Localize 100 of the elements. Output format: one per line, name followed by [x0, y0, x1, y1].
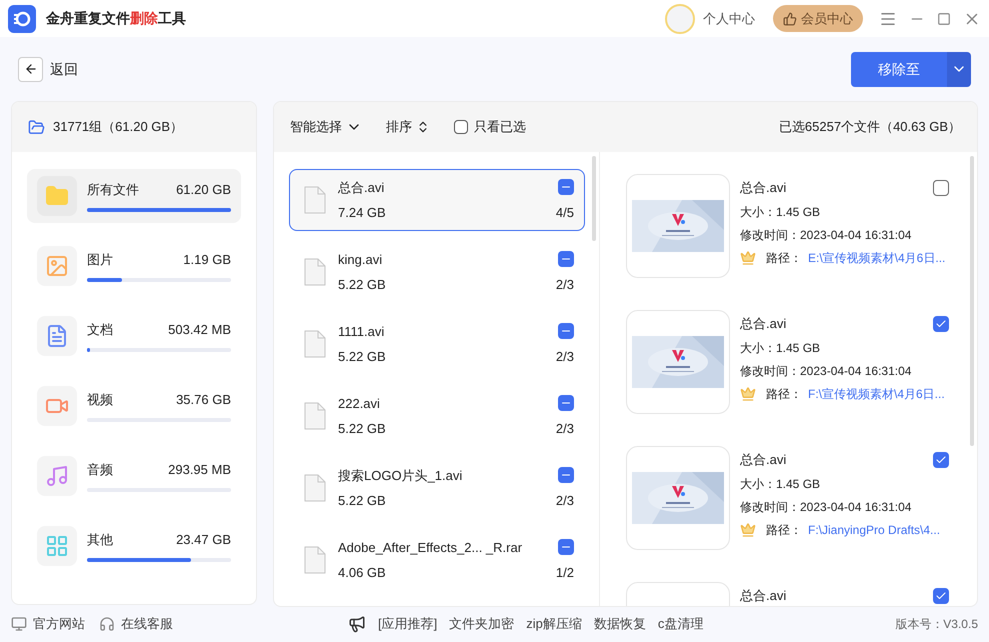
- thumbs-up-icon: [783, 12, 797, 26]
- file-path-link[interactable]: E:\宣传视频素材\4月6日...: [808, 248, 946, 266]
- file-size: 大小：1.45 GB: [740, 476, 822, 492]
- app-link[interactable]: c盘清理: [658, 614, 704, 634]
- file-size: 大小：1.45 GB: [740, 204, 822, 220]
- crown-icon: [740, 250, 756, 266]
- category-size: 503.42 MB: [168, 321, 231, 340]
- group-checkbox-icon[interactable]: [558, 395, 574, 412]
- only-selected-checkbox[interactable]: [454, 120, 468, 134]
- file-path-link[interactable]: F:\JianyingPro Drafts\4...: [808, 520, 940, 538]
- group-checkbox-icon[interactable]: [558, 251, 574, 268]
- maximize-icon[interactable]: [937, 12, 951, 26]
- category-item[interactable]: 视频 35.76 GB: [27, 379, 241, 433]
- file-modified-time: 修改时间：2023-04-04 16:31:04: [740, 362, 912, 380]
- file-path-link[interactable]: F:\宣传视频素材\4月6日...: [808, 384, 945, 402]
- website-link[interactable]: 官方网站: [33, 614, 85, 634]
- file-icon: [304, 186, 326, 214]
- file-icon: [304, 546, 326, 574]
- group-checkbox-icon[interactable]: [558, 467, 574, 484]
- only-selected-label: 只看已选: [474, 118, 526, 136]
- back-label[interactable]: 返回: [50, 58, 78, 80]
- group-name: Adobe_After_Effects_2... _R.rar: [338, 538, 522, 557]
- sort-button[interactable]: 排序: [386, 117, 430, 137]
- file-modified-time: 修改时间：2023-04-04 16:31:04: [740, 498, 912, 516]
- folder-icon: [28, 118, 45, 136]
- file-checkbox[interactable]: [933, 316, 949, 332]
- group-count: 4/5: [556, 204, 574, 222]
- category-label: 音频: [87, 461, 113, 480]
- scrollbar-thumb[interactable]: [970, 156, 974, 446]
- remove-button[interactable]: 移除至: [851, 52, 947, 86]
- group-size: 4.06 GB: [338, 564, 386, 582]
- monitor-icon: [11, 616, 27, 632]
- path-label: 路径：: [766, 522, 802, 538]
- crown-icon: [740, 522, 756, 538]
- version-label: 版本号：V3.0.5: [895, 616, 978, 633]
- scrollbar-thumb[interactable]: [592, 156, 596, 241]
- group-checkbox-icon[interactable]: [558, 539, 574, 556]
- group-name: 1111.avi: [338, 322, 384, 340]
- app-link[interactable]: zip解压缩: [526, 614, 582, 634]
- recommend-label: [应用推荐]: [378, 615, 438, 634]
- app-link[interactable]: 文件夹加密: [449, 614, 514, 634]
- file-size: 大小：1.45 GB: [740, 340, 822, 356]
- group-item[interactable]: 1111.avi 5.22 GB 2/3: [289, 313, 585, 375]
- category-item[interactable]: 音频 293.95 MB: [27, 449, 241, 503]
- group-checkbox-icon[interactable]: [558, 323, 574, 340]
- group-item[interactable]: 搜索LOGO片头_1.avi 5.22 GB 2/3: [289, 457, 585, 519]
- path-label: 路径：: [766, 250, 802, 266]
- file-icon: [304, 402, 326, 430]
- category-label: 视频: [87, 391, 113, 410]
- image-icon: [45, 254, 69, 278]
- category-item[interactable]: 文档 503.42 MB: [27, 309, 241, 363]
- category-size: 35.76 GB: [176, 391, 231, 410]
- category-item[interactable]: 图片 1.19 GB: [27, 239, 241, 293]
- group-count: 2/3: [556, 276, 574, 294]
- group-count: 1/2: [556, 564, 574, 582]
- group-name: king.avi: [338, 250, 382, 269]
- group-item[interactable]: king.avi 5.22 GB 2/3: [289, 241, 585, 303]
- group-size: 5.22 GB: [338, 348, 386, 366]
- dropdown-button[interactable]: [947, 52, 971, 86]
- file-checkbox[interactable]: [933, 180, 949, 196]
- group-checkbox-icon[interactable]: [558, 179, 574, 196]
- group-name: 搜索LOGO片头_1.avi: [338, 466, 462, 485]
- category-size: 1.19 GB: [183, 251, 231, 270]
- megaphone-icon: [348, 615, 366, 633]
- app-link[interactable]: 数据恢复: [594, 614, 646, 634]
- document-icon: [45, 324, 69, 348]
- file-icon: [304, 474, 326, 502]
- group-item[interactable]: 总合.avi 7.24 GB 4/5: [289, 169, 585, 231]
- group-size: 5.22 GB: [338, 420, 386, 438]
- window-title: 金舟重复文件删除工具: [46, 9, 186, 28]
- category-item[interactable]: 其他 23.47 GB: [27, 519, 241, 573]
- check-icon: [935, 318, 947, 330]
- file-name: 总合.avi: [740, 587, 786, 605]
- group-size: 7.24 GB: [338, 204, 386, 222]
- category-size: 61.20 GB: [176, 181, 231, 200]
- file-checkbox[interactable]: [933, 588, 949, 604]
- category-item[interactable]: 所有文件 61.20 GB: [27, 169, 241, 223]
- category-size: 293.95 MB: [168, 461, 231, 480]
- file-name: 总合.avi: [740, 179, 786, 197]
- user-center-link[interactable]: 个人中心: [703, 8, 755, 28]
- group-item[interactable]: Adobe_After_Effects_2... _R.rar 4.06 GB 1/2: [289, 529, 585, 591]
- file-modified-time: 修改时间：2023-04-04 16:31:04: [740, 226, 912, 244]
- category-size: 23.47 GB: [176, 531, 231, 550]
- vip-button[interactable]: 会员中心: [773, 5, 863, 32]
- group-count: 2/3: [556, 348, 574, 366]
- category-label: 文档: [87, 321, 113, 340]
- smart-select-dropdown[interactable]: 智能选择: [290, 117, 362, 137]
- grid-icon: [45, 534, 69, 558]
- arrow-left-icon: [24, 62, 38, 76]
- back-button[interactable]: [18, 56, 43, 82]
- group-item[interactable]: 222.avi 5.22 GB 2/3: [289, 385, 585, 447]
- music-icon: [45, 464, 69, 488]
- check-icon: [935, 454, 947, 466]
- file-checkbox[interactable]: [933, 452, 949, 468]
- group-size: 5.22 GB: [338, 276, 386, 294]
- support-link[interactable]: 在线客服: [121, 614, 173, 634]
- file-icon: [304, 258, 326, 286]
- group-summary: 31771组（61.20 GB）: [53, 118, 184, 136]
- category-label: 其他: [87, 531, 113, 550]
- selection-summary: 已选65257个文件（40.63 GB）: [778, 118, 961, 136]
